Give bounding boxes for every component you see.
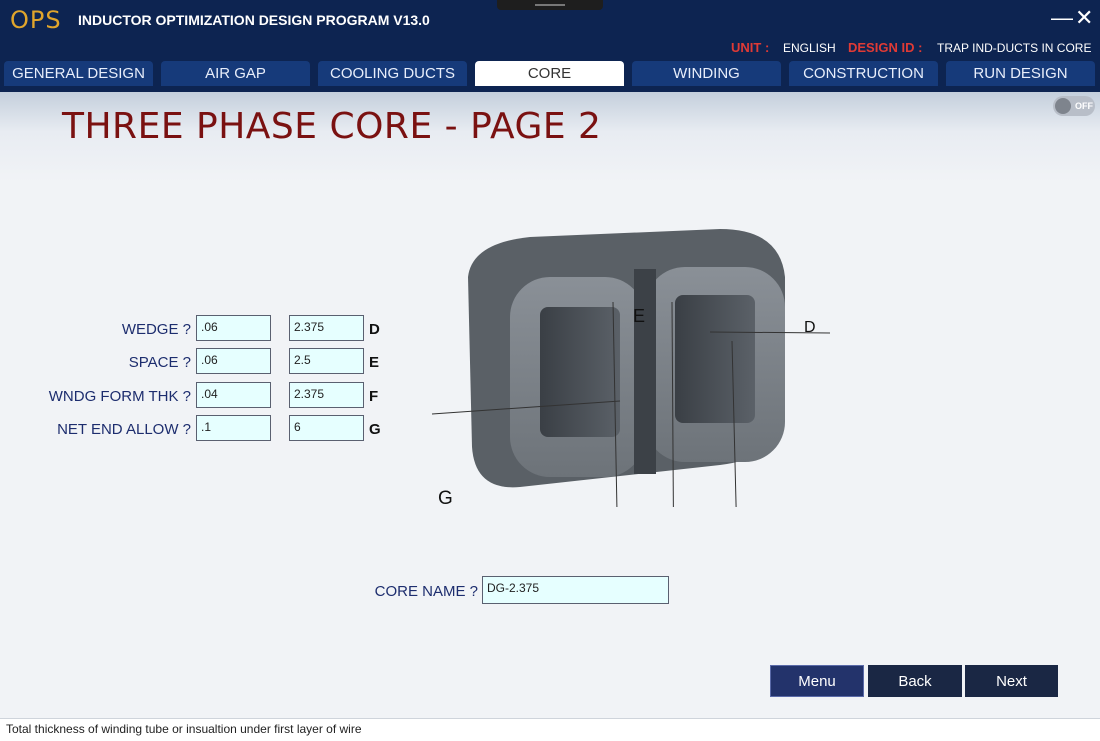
dim-e-letter: E (369, 354, 380, 371)
dim-d-field[interactable]: 2.375 (289, 315, 364, 341)
right-window (675, 295, 755, 423)
status-text: Total thickness of winding tube or insua… (6, 722, 362, 736)
wndg-form-thk-field[interactable]: .04 (196, 382, 271, 408)
title-bar: OPS INDUCTOR OPTIMIZATION DESIGN PROGRAM… (0, 0, 1100, 92)
wedge-label: WEDGE ? (121, 321, 191, 338)
diagram-label-g: G (438, 488, 453, 507)
tab-winding[interactable]: WINDING (632, 61, 781, 86)
core-name-label: CORE NAME ? (374, 583, 478, 600)
unit-label: UNIT : (731, 40, 770, 55)
dim-f-letter: F (369, 388, 379, 405)
dim-e-field[interactable]: 2.5 (289, 348, 364, 374)
next-button[interactable]: Next (965, 665, 1058, 697)
space-label: SPACE ? (128, 354, 191, 371)
diagram-label-e: E (633, 306, 645, 326)
diagram-label-d: D (804, 319, 816, 336)
menu-button[interactable]: Menu (770, 665, 864, 697)
dim-g-field[interactable]: 6 (289, 415, 364, 441)
core-name-field[interactable]: DG-2.375 (482, 576, 669, 604)
window-grip-handle[interactable] (497, 0, 603, 10)
net-end-allow-label: NET END ALLOW ? (57, 421, 191, 438)
wndg-form-thk-label: WNDG FORM THK ? (48, 388, 191, 405)
status-bar: Total thickness of winding tube or insua… (0, 718, 1100, 741)
net-end-allow-field[interactable]: .1 (196, 415, 271, 441)
dim-f-field[interactable]: 2.375 (289, 382, 364, 408)
close-icon[interactable]: ✕ (1075, 6, 1093, 30)
unit-value: ENGLISH (783, 41, 836, 55)
tab-core[interactable]: CORE (475, 61, 624, 86)
core-diagram: E D G F (431, 229, 831, 507)
tab-construction[interactable]: CONSTRUCTION (789, 61, 938, 86)
tab-bar: GENERAL DESIGN AIR GAP COOLING DUCTS COR… (0, 61, 1100, 87)
app-logo: OPS (10, 6, 62, 34)
design-id-value: TRAP IND-DUCTS IN CORE (937, 41, 1092, 55)
back-button[interactable]: Back (868, 665, 962, 697)
off-toggle[interactable]: OFF (1053, 96, 1095, 116)
main-content: THREE PHASE CORE - PAGE 2 OFF WEDGE ? .0… (0, 92, 1100, 718)
design-id-label: DESIGN ID : (848, 40, 923, 55)
dim-d-letter: D (369, 321, 380, 338)
tab-general-design[interactable]: GENERAL DESIGN (4, 61, 153, 86)
space-field[interactable]: .06 (196, 348, 271, 374)
wedge-field[interactable]: .06 (196, 315, 271, 341)
app-title: INDUCTOR OPTIMIZATION DESIGN PROGRAM V13… (78, 12, 430, 28)
center-gap (634, 269, 656, 474)
toggle-label: OFF (1075, 101, 1093, 111)
tab-run-design[interactable]: RUN DESIGN (946, 61, 1095, 86)
left-window (540, 307, 620, 437)
minimize-icon[interactable]: — (1051, 6, 1073, 30)
tab-air-gap[interactable]: AIR GAP (161, 61, 310, 86)
dim-g-letter: G (369, 421, 381, 438)
toggle-knob (1055, 98, 1071, 114)
page-title: THREE PHASE CORE - PAGE 2 (62, 106, 602, 147)
tab-cooling-ducts[interactable]: COOLING DUCTS (318, 61, 467, 86)
